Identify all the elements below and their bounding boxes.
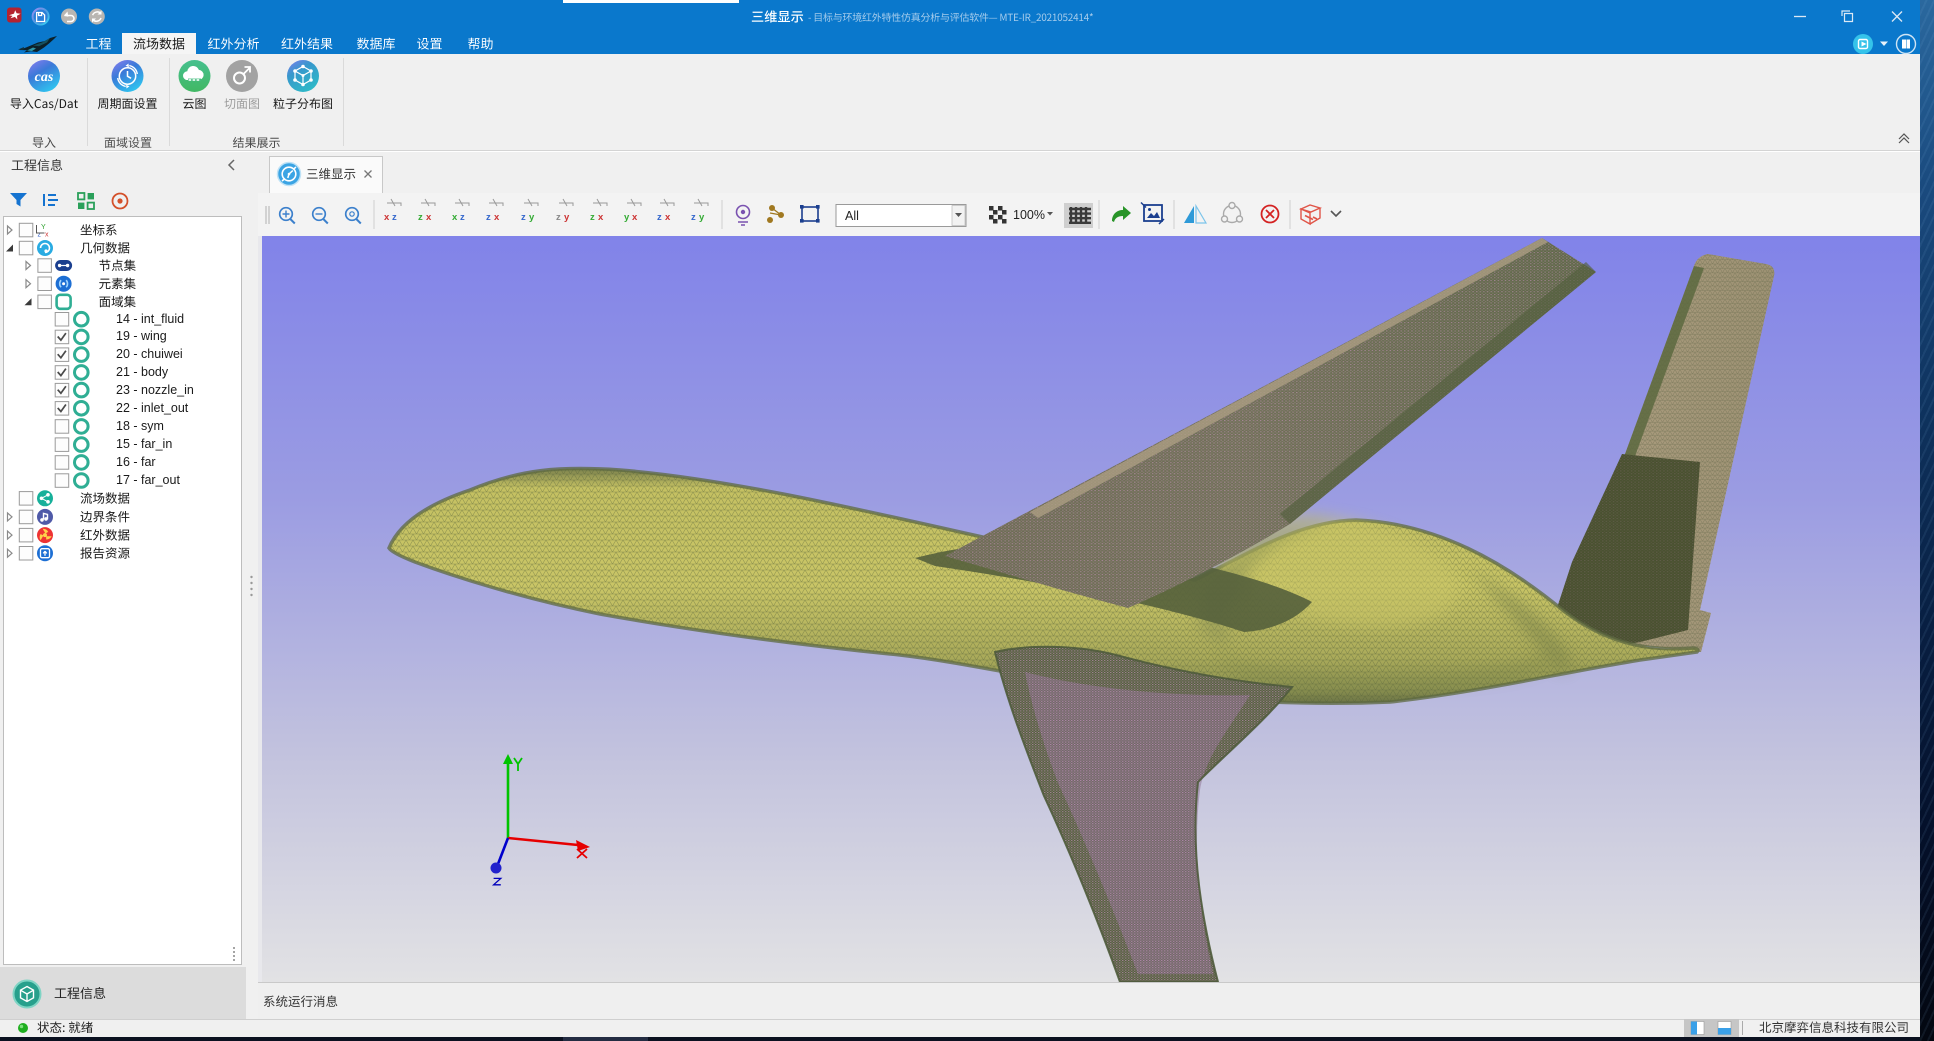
svg-text:z: z <box>418 212 423 223</box>
svg-text:x: x <box>598 212 604 223</box>
svg-text:z: z <box>460 212 465 223</box>
svg-text:cas: cas <box>35 70 54 85</box>
svg-text:100%: 100% <box>1013 208 1045 222</box>
svg-text:x: x <box>45 232 49 239</box>
svg-text:z: z <box>657 212 662 223</box>
svg-text:z: z <box>521 212 526 223</box>
svg-text:x: x <box>452 212 458 223</box>
svg-text:y: y <box>529 212 535 223</box>
svg-text:x: x <box>384 212 390 223</box>
svg-text:y: y <box>564 212 570 223</box>
svg-text:z: z <box>556 212 561 223</box>
svg-text:z: z <box>486 212 491 223</box>
svg-text:z: z <box>691 212 696 223</box>
svg-text:x: x <box>426 212 432 223</box>
svg-text:y: y <box>624 212 630 223</box>
svg-text:Y: Y <box>41 224 46 231</box>
svg-text:y: y <box>699 212 705 223</box>
svg-text:x: x <box>494 212 500 223</box>
svg-text:z: z <box>590 212 595 223</box>
svg-text:x: x <box>632 212 638 223</box>
svg-text:z: z <box>392 212 397 223</box>
svg-text:x: x <box>665 212 671 223</box>
svg-text:All: All <box>845 209 859 223</box>
